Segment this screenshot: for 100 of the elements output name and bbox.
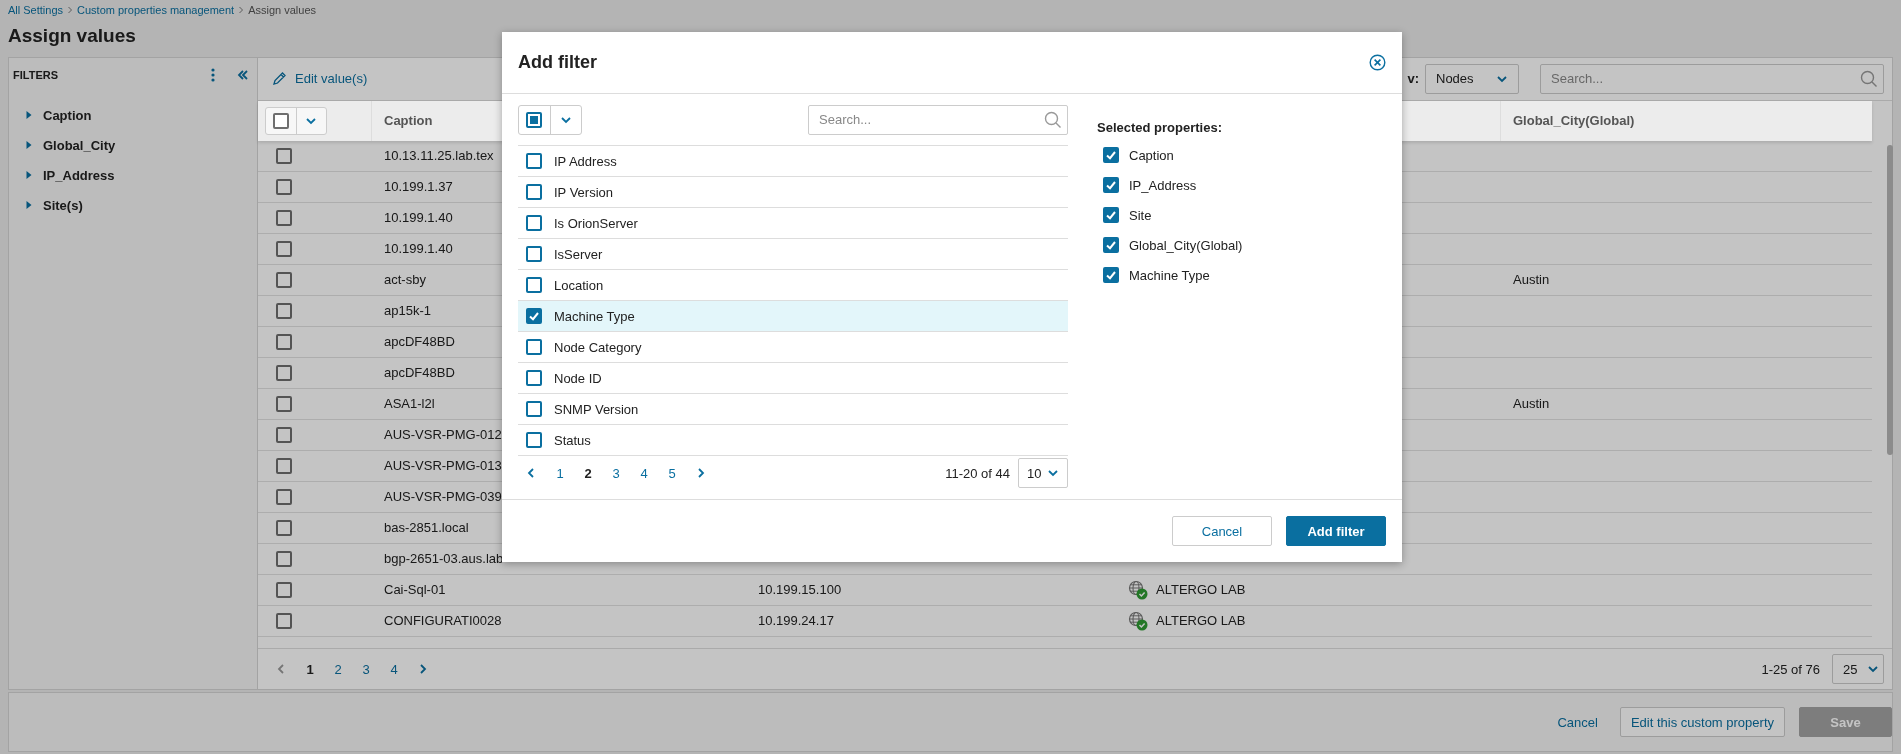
edit-values-button[interactable]: Edit value(s)	[272, 71, 368, 87]
caret-icon[interactable]	[25, 111, 33, 119]
search-icon[interactable]	[1860, 69, 1878, 88]
view-select[interactable]: Nodes	[1425, 63, 1519, 94]
breadcrumb-link[interactable]: All Settings	[8, 4, 64, 16]
filter-item[interactable]: IP_Address	[43, 167, 115, 183]
checkbox[interactable]	[526, 339, 542, 355]
checkbox[interactable]	[276, 147, 292, 164]
checkbox[interactable]	[526, 277, 542, 293]
checkbox[interactable]	[276, 519, 292, 536]
property-label[interactable]: Global_City(Global)	[1129, 237, 1243, 253]
close-icon[interactable]	[1369, 54, 1386, 71]
table-cell: apcDF48BD	[384, 365, 455, 381]
checkbox[interactable]	[1103, 177, 1119, 193]
checkbox[interactable]	[526, 111, 543, 128]
page-size-select[interactable]: 10	[1018, 458, 1068, 488]
table-cell: AUS-VSR-PMG-012	[384, 427, 502, 443]
caret-icon[interactable]	[25, 171, 33, 179]
property-label[interactable]: IP Version	[554, 184, 614, 200]
property-label[interactable]: IP Address	[554, 153, 617, 169]
property-label[interactable]: Site	[1129, 207, 1152, 223]
filter-item[interactable]: Global_City	[43, 137, 116, 153]
page-link[interactable]: 5	[668, 465, 676, 481]
table-cell: AUS-VSR-PMG-039	[384, 489, 502, 505]
property-label[interactable]: Location	[554, 277, 604, 293]
add-filter-button[interactable]: Add filter	[1286, 516, 1386, 546]
scrollbar[interactable]	[1887, 145, 1893, 455]
dropdown-icon[interactable]	[559, 114, 572, 125]
filter-item[interactable]: Site(s)	[43, 197, 83, 213]
property-label[interactable]: Node Category	[554, 339, 642, 355]
checkbox[interactable]	[1103, 207, 1119, 223]
table-cell: ALTERGO LAB	[1156, 582, 1246, 598]
property-label[interactable]: Is OrionServer	[554, 215, 638, 231]
checkbox[interactable]	[1103, 147, 1119, 163]
checkbox[interactable]	[276, 612, 292, 629]
checkbox[interactable]	[276, 302, 292, 319]
chevron-down-icon[interactable]	[1047, 468, 1059, 478]
previous-page-icon[interactable]	[276, 663, 286, 676]
property-label[interactable]: SNMP Version	[554, 401, 639, 417]
checkbox[interactable]	[276, 240, 292, 257]
search-field[interactable]: Search...	[808, 104, 1068, 135]
chevron-down-icon[interactable]	[1496, 73, 1508, 84]
page-link[interactable]: 4	[390, 661, 398, 677]
page-link[interactable]: 2	[334, 661, 342, 677]
checkbox[interactable]	[276, 581, 292, 598]
property-label[interactable]: Machine Type	[554, 308, 635, 324]
search-field[interactable]: Search...	[1540, 63, 1884, 94]
page-link[interactable]: 4	[640, 465, 648, 481]
property-label[interactable]: IsServer	[554, 246, 603, 262]
checkbox[interactable]	[272, 112, 289, 129]
checkbox[interactable]	[276, 178, 292, 195]
next-page-icon[interactable]	[696, 467, 706, 479]
checkbox[interactable]	[526, 215, 542, 231]
checkbox[interactable]	[276, 426, 292, 443]
checkbox[interactable]	[276, 364, 292, 381]
checkbox[interactable]	[1103, 237, 1119, 253]
caret-icon[interactable]	[25, 141, 33, 149]
checkbox[interactable]	[276, 488, 292, 505]
page-size-select[interactable]: 25	[1832, 654, 1884, 685]
checkbox[interactable]	[276, 550, 292, 567]
previous-page-icon[interactable]	[526, 467, 536, 479]
property-label[interactable]: Status	[554, 432, 591, 448]
breadcrumb-link[interactable]: Custom properties management	[77, 4, 235, 16]
checkbox[interactable]	[526, 246, 542, 262]
property-label[interactable]: IP_Address	[1129, 177, 1197, 193]
select-all-button[interactable]	[518, 104, 582, 135]
property-label[interactable]: Machine Type	[1129, 267, 1210, 283]
page-link[interactable]: 3	[362, 661, 370, 677]
checkbox[interactable]	[276, 457, 292, 474]
checkbox[interactable]	[526, 401, 542, 417]
page-link[interactable]: 2	[584, 465, 592, 481]
property-label[interactable]: Caption	[1129, 147, 1174, 163]
more-menu-icon[interactable]	[211, 68, 215, 82]
checkbox[interactable]	[276, 333, 292, 350]
checkbox[interactable]	[526, 370, 542, 386]
checkbox[interactable]	[276, 395, 292, 412]
checkbox[interactable]	[276, 271, 292, 288]
checkbox[interactable]	[526, 184, 542, 200]
search-icon[interactable]	[1044, 110, 1062, 129]
cancel-button[interactable]: Cancel	[1172, 516, 1272, 546]
property-label[interactable]: Node ID	[554, 370, 602, 386]
select-all-button[interactable]	[265, 106, 327, 135]
edit-property-button[interactable]: Edit this custom property	[1619, 707, 1785, 737]
collapse-icon[interactable]	[237, 70, 249, 80]
table-cell: Austin	[1513, 272, 1550, 288]
page-link[interactable]: 1	[306, 661, 314, 677]
checkbox[interactable]	[526, 153, 542, 169]
page-link[interactable]: 3	[612, 465, 620, 481]
chevron-down-icon[interactable]	[1867, 664, 1880, 675]
checkbox[interactable]	[526, 308, 542, 324]
page-link[interactable]: 1	[556, 465, 564, 481]
next-page-icon[interactable]	[418, 663, 428, 676]
checkbox[interactable]	[526, 432, 542, 448]
dropdown-icon[interactable]	[305, 115, 318, 126]
filter-item[interactable]: Caption	[43, 107, 92, 123]
column-header[interactable]: Global_City(Global)	[1500, 100, 1872, 141]
checkbox[interactable]	[1103, 267, 1119, 283]
caret-icon[interactable]	[25, 201, 33, 209]
cancel-link[interactable]: Cancel	[1557, 714, 1598, 730]
checkbox[interactable]	[276, 209, 292, 226]
